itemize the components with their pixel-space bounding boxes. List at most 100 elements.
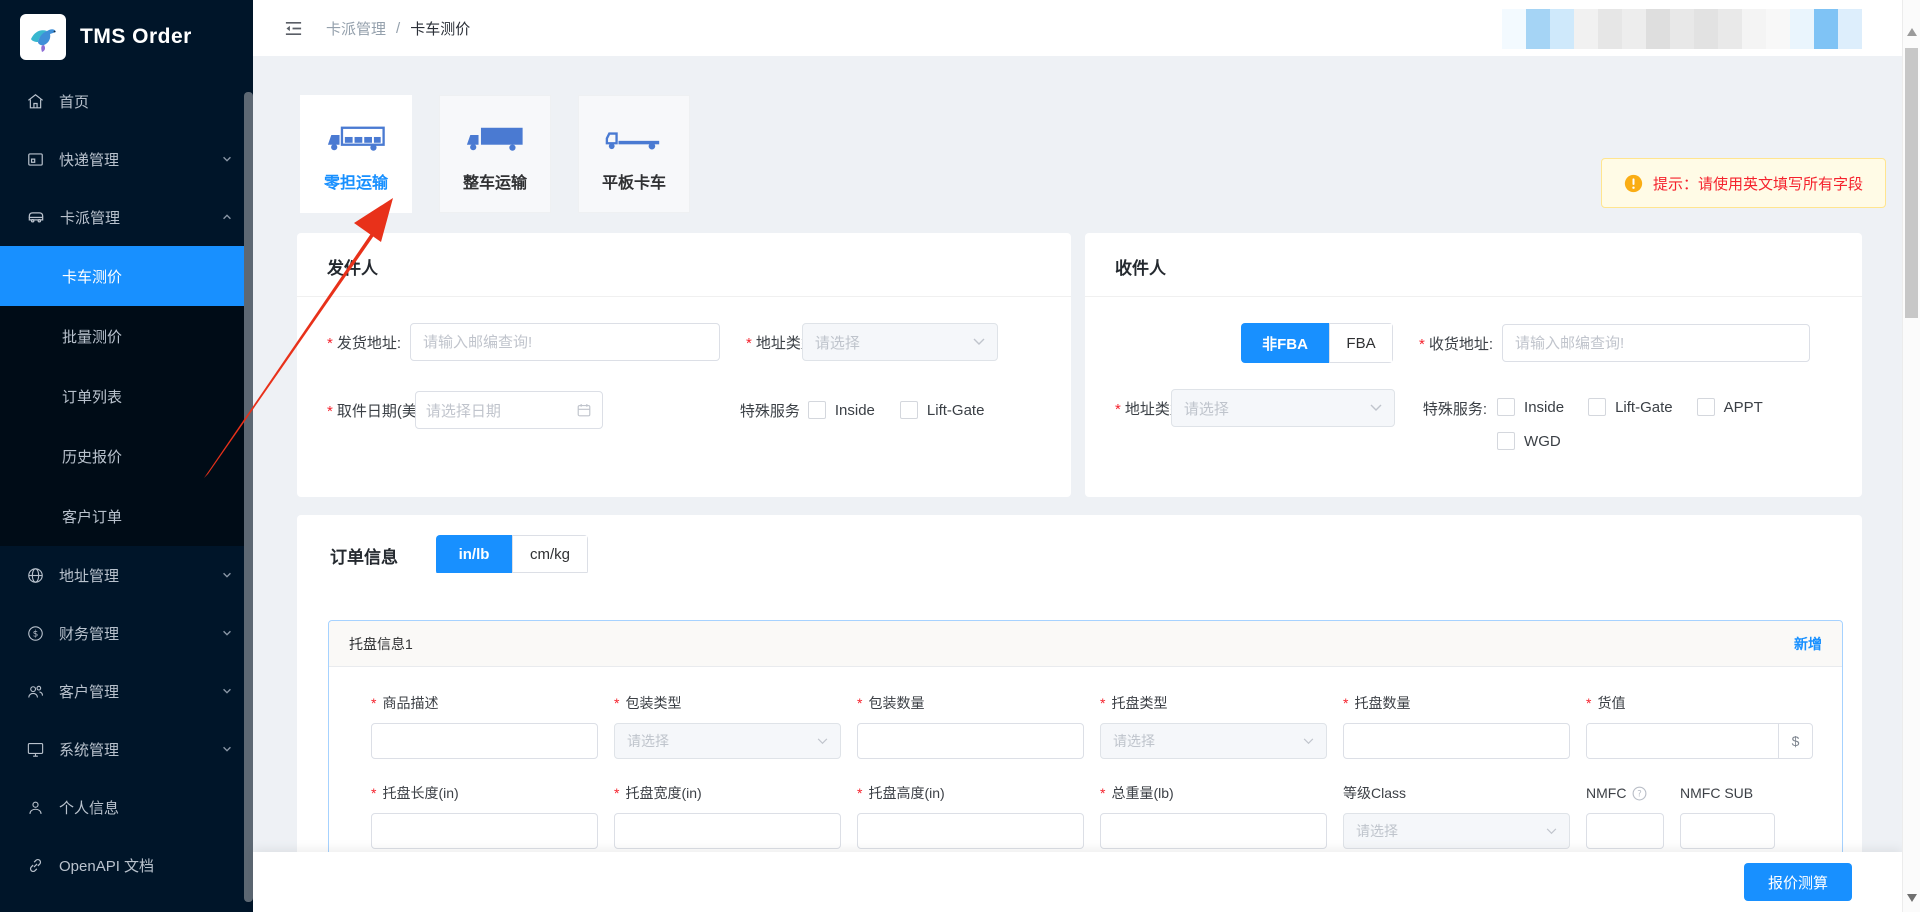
inside-checkbox[interactable] — [808, 401, 826, 419]
pallet-width-input[interactable] — [614, 813, 841, 849]
cargo-value-group: $ — [1586, 723, 1813, 759]
pallet-length-input[interactable] — [371, 813, 598, 849]
sidebar-item-customers[interactable]: 客户管理 — [0, 662, 253, 720]
sidebar-scrollbar-thumb[interactable] — [244, 92, 253, 902]
express-icon — [26, 150, 45, 169]
pallet-row1-labels: *商品描述 *包装类型 *包装数量 *托盘类型 *托盘数量 *货值 — [329, 693, 1842, 713]
chevron-down-icon — [221, 685, 233, 697]
nmfc-input[interactable] — [1586, 813, 1664, 849]
alert-text: 提示：请使用英文填写所有字段 — [1653, 173, 1863, 194]
pallet-type-select[interactable]: 请选择 — [1100, 723, 1327, 759]
chevron-up-icon — [221, 211, 233, 223]
wgd-checkbox[interactable] — [1497, 432, 1515, 450]
add-pallet-button[interactable]: 新增 — [1794, 634, 1822, 654]
inside-checkbox[interactable] — [1497, 398, 1515, 416]
system-icon — [26, 740, 45, 759]
sender-panel: 发件人 *发货地址: *地址类型 请选择 *取件日期(美 请选择日期 特殊服务 — [297, 233, 1071, 497]
breadcrumb-current-page: 卡车测价 — [410, 18, 470, 39]
pallet-info-title: 托盘信息1 — [349, 634, 1794, 654]
ltl-truck-icon — [325, 116, 387, 156]
package-type-select[interactable]: 请选择 — [614, 723, 841, 759]
pickup-date-input[interactable]: 请选择日期 — [415, 391, 603, 429]
transport-type-tabs: 零担运输 整车运输 平板卡车 — [300, 95, 690, 213]
order-info-title: 订单信息 — [330, 543, 398, 568]
sender-special-service-label: 特殊服务 — [740, 400, 800, 421]
liftgate-checkbox[interactable] — [900, 401, 918, 419]
tab-flatbed-truck[interactable]: 平板卡车 — [578, 95, 690, 213]
select-arrow-icon — [817, 738, 828, 745]
delivery-address-input[interactable] — [1502, 324, 1810, 362]
sidebar-item-truck-dispatch[interactable]: 卡派管理 — [0, 188, 253, 246]
sidebar-subitem-history-quotes[interactable]: 历史报价 — [0, 426, 253, 486]
cargo-value-input[interactable] — [1587, 724, 1778, 758]
recipient-services-group: Inside Lift-Gate APPT WGD — [1497, 389, 1827, 450]
unit-inlb-option[interactable]: in/lb — [436, 535, 512, 573]
sender-service-liftgate: Lift-Gate — [900, 401, 985, 419]
quote-calculate-button[interactable]: 报价测算 — [1744, 863, 1852, 901]
recipient-panel: 收件人 非FBA FBA *收货地址: *地址类型 请选择 特殊服务: — [1085, 233, 1862, 497]
breadcrumb-section[interactable]: 卡派管理 — [326, 18, 386, 39]
non-fba-option[interactable]: 非FBA — [1241, 323, 1329, 363]
sidebar-item-address[interactable]: 地址管理 — [0, 546, 253, 604]
sidebar-subitem-truck-pricing[interactable]: 卡车测价 — [0, 246, 253, 306]
nmfc-sub-input[interactable] — [1680, 813, 1775, 849]
fba-option[interactable]: FBA — [1329, 323, 1393, 363]
ftl-truck-icon — [464, 116, 526, 156]
recipient-service-wgd: WGD — [1497, 432, 1827, 450]
scrollbar-up-button[interactable] — [1907, 28, 1917, 36]
recipient-panel-title: 收件人 — [1085, 233, 1862, 297]
link-icon — [26, 856, 45, 875]
sender-address-type-select[interactable]: 请选择 — [802, 323, 998, 361]
sender-service-inside: Inside — [808, 401, 875, 419]
sidebar-subitem-order-list[interactable]: 订单列表 — [0, 366, 253, 426]
pallet-width-label: *托盘宽度(in) — [614, 783, 841, 803]
ship-address-label: *发货地址: — [327, 332, 401, 353]
pallet-row1-fields: 请选择 请选择 $ — [329, 723, 1842, 759]
package-type-label: *包装类型 — [614, 693, 841, 713]
sidebar-subitem-customer-orders[interactable]: 客户订单 — [0, 486, 253, 546]
sidebar-item-openapi-docs[interactable]: OpenAPI 文档 — [0, 836, 253, 894]
hummingbird-logo-icon — [20, 14, 66, 60]
product-desc-input[interactable] — [371, 723, 598, 759]
sidebar-item-profile[interactable]: 个人信息 — [0, 778, 253, 836]
truck-icon — [26, 207, 46, 227]
redacted-user-info — [1502, 9, 1862, 49]
sidebar-item-express[interactable]: 快递管理 — [0, 130, 253, 188]
logo-row[interactable]: TMS Order — [0, 0, 253, 72]
total-weight-input[interactable] — [1100, 813, 1327, 849]
flatbed-truck-icon — [603, 116, 665, 156]
sidebar-item-system[interactable]: 系统管理 — [0, 720, 253, 778]
sidebar-collapse-button[interactable] — [283, 19, 304, 38]
question-circle-icon[interactable]: ? — [1632, 786, 1647, 801]
liftgate-checkbox[interactable] — [1588, 398, 1606, 416]
tab-ftl-transport[interactable]: 整车运输 — [439, 95, 551, 213]
calendar-icon — [576, 402, 592, 418]
page-scrollbar[interactable] — [1902, 0, 1920, 912]
package-qty-input[interactable] — [857, 723, 1084, 759]
sidebar-item-finance[interactable]: $ 财务管理 — [0, 604, 253, 662]
pallet-height-input[interactable] — [857, 813, 1084, 849]
currency-suffix: $ — [1778, 724, 1812, 758]
sidebar-subitem-batch-pricing[interactable]: 批量测价 — [0, 306, 253, 366]
pallet-qty-label: *托盘数量 — [1343, 693, 1570, 713]
tab-ltl-transport[interactable]: 零担运输 — [300, 95, 412, 213]
pallet-length-label: *托盘长度(in) — [371, 783, 598, 803]
user-icon — [26, 798, 45, 817]
collapse-menu-icon — [283, 19, 304, 38]
scrollbar-thumb[interactable] — [1905, 48, 1918, 318]
pallet-height-label: *托盘高度(in) — [857, 783, 1084, 803]
select-arrow-icon — [1303, 738, 1314, 745]
scrollbar-down-button[interactable] — [1907, 894, 1917, 902]
unit-cmkg-option[interactable]: cm/kg — [512, 535, 588, 573]
ship-address-input[interactable] — [410, 323, 720, 361]
pallet-row2-labels: *托盘长度(in) *托盘宽度(in) *托盘高度(in) *总重量(lb) 等… — [329, 783, 1842, 803]
appt-checkbox[interactable] — [1697, 398, 1715, 416]
class-select[interactable]: 请选择 — [1343, 813, 1570, 849]
chevron-down-icon — [221, 627, 233, 639]
recipient-address-type-select[interactable]: 请选择 — [1171, 389, 1395, 427]
pallet-qty-input[interactable] — [1343, 723, 1570, 759]
top-header: 卡派管理 / 卡车测价 — [253, 0, 1902, 56]
svg-text:?: ? — [1638, 788, 1642, 798]
sidebar-item-home[interactable]: 首页 — [0, 72, 253, 130]
pickup-date-label: *取件日期(美 — [327, 400, 417, 421]
